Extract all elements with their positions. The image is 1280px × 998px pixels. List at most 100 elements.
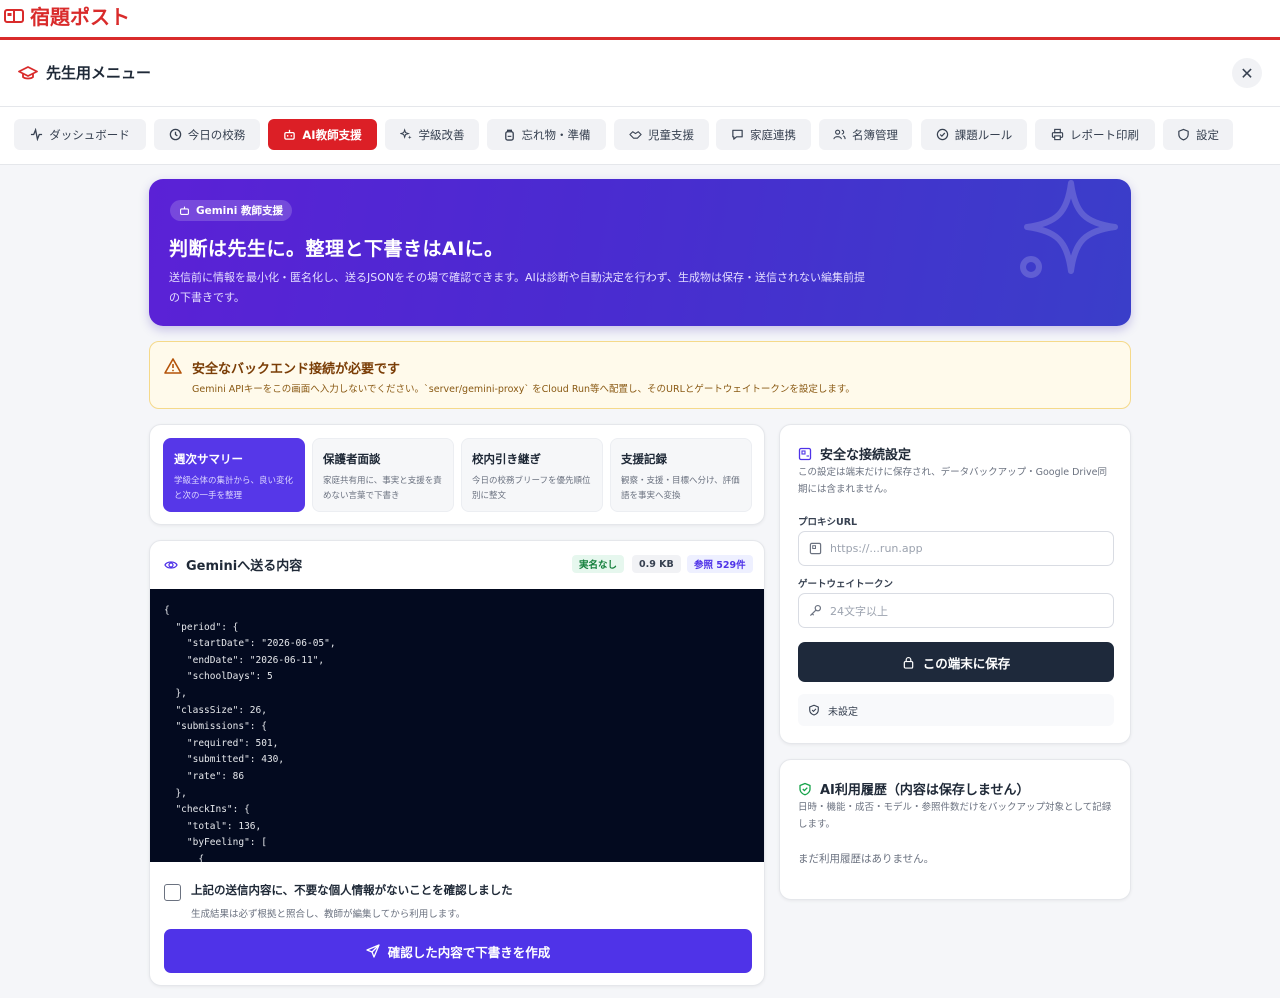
history-empty-message: まだ利用履歴はありません。: [798, 853, 935, 865]
privacy-confirmation: 上記の送信内容に、不要な個人情報がないことを確認しました 生成結果は必ず根拠と照…: [164, 882, 513, 920]
shield-icon: [1178, 128, 1189, 141]
message-icon: [732, 129, 743, 140]
mode-parent-meeting[interactable]: 保護者面談 家庭共有用に、事実と支援を責めない言葉で下書き: [312, 438, 454, 512]
proxy-url-label: プロキシURL: [798, 517, 858, 528]
warning-description: Gemini APIキーをこの画面へ入力しないでください。`server/gem…: [192, 384, 855, 395]
json-preview[interactable]: { "period": { "startDate": "2026-06-05",…: [150, 589, 764, 862]
sparkles-icon: [399, 128, 412, 140]
history-title: AI利用履歴（内容は保存しません）: [798, 779, 1030, 798]
history-description: 日時・機能・成否・モデル・参照件数だけをバックアップ対象として記録します。: [798, 802, 1112, 830]
robot-icon: [180, 206, 189, 215]
gateway-token-placeholder: 24文字以上: [830, 604, 888, 618]
tab-settings[interactable]: 設定: [1163, 119, 1233, 150]
privacy-checkbox[interactable]: [164, 884, 181, 901]
tab-label: 学級改善: [418, 127, 465, 142]
check-circle-icon: [936, 128, 948, 141]
connection-status-text: 未設定: [828, 706, 858, 718]
tab-today-tasks[interactable]: 今日の校務: [154, 119, 260, 150]
hero-description: 送信前に情報を最小化・匿名化し、送るJSONをその場で確認できます。AIは診断や…: [169, 271, 866, 304]
lock-icon: [903, 656, 914, 669]
connection-title-text: 安全な接続設定: [820, 448, 912, 463]
robot-icon: [284, 129, 296, 140]
connection-title: 安全な接続設定: [798, 444, 911, 463]
backpack-icon: [504, 129, 514, 141]
menu-title: 先生用メニュー: [18, 62, 151, 83]
json-preview-text: { "period": { "startDate": "2026-06-05",…: [164, 605, 336, 862]
confirmation-note: 生成結果は必ず根拠と照合し、教師が編集してから利用します。: [191, 909, 466, 920]
tab-label: 児童支援: [648, 127, 694, 142]
tab-label: 今日の校務: [187, 127, 246, 142]
warning-icon: [164, 358, 182, 374]
users-icon: [833, 129, 846, 140]
tab-label: レポート印刷: [1070, 127, 1139, 142]
mode-description: 家庭共有用に、事実と支援を責めない言葉で下書き: [323, 476, 442, 501]
hero-title: 判断は先生に。整理と下書きはAIに。: [169, 238, 504, 260]
backend-warning: 安全なバックエンド接続が必要です Gemini APIキーをこの画面へ入力しない…: [149, 341, 1131, 409]
mode-description: 今日の校務ブリーフを優先順位別に整文: [472, 476, 591, 501]
confirmation-label: 上記の送信内容に、不要な個人情報がないことを確認しました: [191, 883, 513, 897]
mode-handover[interactable]: 校内引き継ぎ 今日の校務ブリーフを優先順位別に整文: [461, 438, 603, 512]
mode-title: 校内引き継ぎ: [472, 452, 541, 466]
eye-icon: [164, 560, 178, 569]
mode-support-record[interactable]: 支援記録 観察・支援・目標へ分け、評価語を事実へ変換: [610, 438, 752, 512]
graduation-cap-icon: [18, 65, 38, 79]
shield-icon: [809, 704, 819, 716]
tab-label: 名簿管理: [852, 127, 898, 142]
clock-icon: [169, 128, 182, 141]
mailbox-icon: [4, 8, 24, 23]
tab-forgotten-items[interactable]: 忘れ物・準備: [487, 119, 606, 150]
gemini-payload-title: Geminiへ送る内容: [186, 559, 303, 574]
mode-weekly-summary[interactable]: 週次サマリー 学級全体の集計から、良い変化と次の一手を整理: [163, 438, 305, 512]
tab-home-cooperation[interactable]: 家庭連携: [716, 119, 811, 150]
teacher-menu-header: 先生用メニュー ✕: [0, 40, 1280, 107]
sparkle-icon: [1020, 180, 1118, 278]
app-bar: 宿題ポスト: [0, 0, 1280, 40]
tab-student-support[interactable]: 児童支援: [614, 119, 709, 150]
create-draft-label: 確認した内容で下書きを作成: [387, 944, 551, 960]
save-to-device-button[interactable]: この端末に保存: [798, 642, 1114, 682]
hero-badge-label: Gemini 教師支援: [196, 205, 284, 217]
tab-label: 課題ルール: [954, 127, 1013, 142]
mode-title: 週次サマリー: [174, 452, 243, 466]
server-icon: [798, 447, 812, 460]
mode-description: 学級全体の集計から、良い変化と次の一手を整理: [174, 476, 294, 501]
mode-selector: 週次サマリー 学級全体の集計から、良い変化と次の一手を整理 保護者面談 家庭共有…: [149, 424, 765, 525]
gateway-token-label: ゲートウェイトークン: [798, 579, 894, 590]
close-button[interactable]: ✕: [1232, 58, 1262, 88]
reference-count-badge: 参照 529件: [687, 555, 753, 573]
tab-bar: ダッシュボード 今日の校務 AI教師支援 学級改善 忘れ物・準備 児童支援 家庭…: [0, 107, 1280, 165]
connection-description: この設定は端末だけに保存され、データバックアップ・Google Drive同期に…: [798, 467, 1107, 495]
tab-roster[interactable]: 名簿管理: [819, 119, 912, 150]
tab-label: ダッシュボード: [49, 127, 130, 142]
server-icon: [809, 542, 822, 555]
tab-assignment-rules[interactable]: 課題ルール: [921, 119, 1027, 150]
proxy-url-input[interactable]: https://...run.app: [798, 531, 1114, 566]
tab-report-print[interactable]: レポート印刷: [1035, 119, 1155, 150]
tab-label: 忘れ物・準備: [521, 127, 591, 142]
ai-usage-history-card: AI利用履歴（内容は保存しません） 日時・機能・成否・モデル・参照件数だけをバッ…: [779, 759, 1131, 900]
gateway-token-input[interactable]: 24文字以上: [798, 593, 1114, 628]
brand-name: 宿題ポスト: [30, 5, 130, 29]
printer-icon: [1051, 128, 1064, 141]
tab-label: 家庭連携: [750, 127, 796, 142]
brand-logo[interactable]: 宿題ポスト: [4, 1, 130, 30]
key-icon: [809, 604, 822, 617]
send-icon: [366, 944, 380, 958]
tab-label: AI教師支援: [302, 127, 362, 142]
history-title-text: AI利用履歴（内容は保存しません）: [820, 783, 1030, 798]
tab-dashboard[interactable]: ダッシュボード: [14, 119, 146, 150]
connection-settings-card: 安全な接続設定 この設定は端末だけに保存され、データバックアップ・Google …: [779, 424, 1131, 744]
tab-class-improvement[interactable]: 学級改善: [385, 119, 479, 150]
close-icon: ✕: [1240, 63, 1254, 83]
mode-title: 保護者面談: [323, 452, 381, 466]
create-draft-button[interactable]: 確認した内容で下書きを作成: [164, 929, 752, 973]
handshake-icon: [629, 131, 642, 139]
proxy-url-placeholder: https://...run.app: [830, 542, 923, 555]
shield-check-icon: [799, 782, 811, 795]
connection-status: 未設定: [798, 694, 1114, 726]
no-real-names-badge: 実名なし: [572, 555, 625, 573]
tab-label: 設定: [1196, 127, 1219, 142]
gemini-payload-header: Geminiへ送る内容: [164, 555, 302, 574]
save-to-device-label: この端末に保存: [922, 655, 1011, 671]
tab-ai-teacher-support[interactable]: AI教師支援: [268, 119, 377, 150]
